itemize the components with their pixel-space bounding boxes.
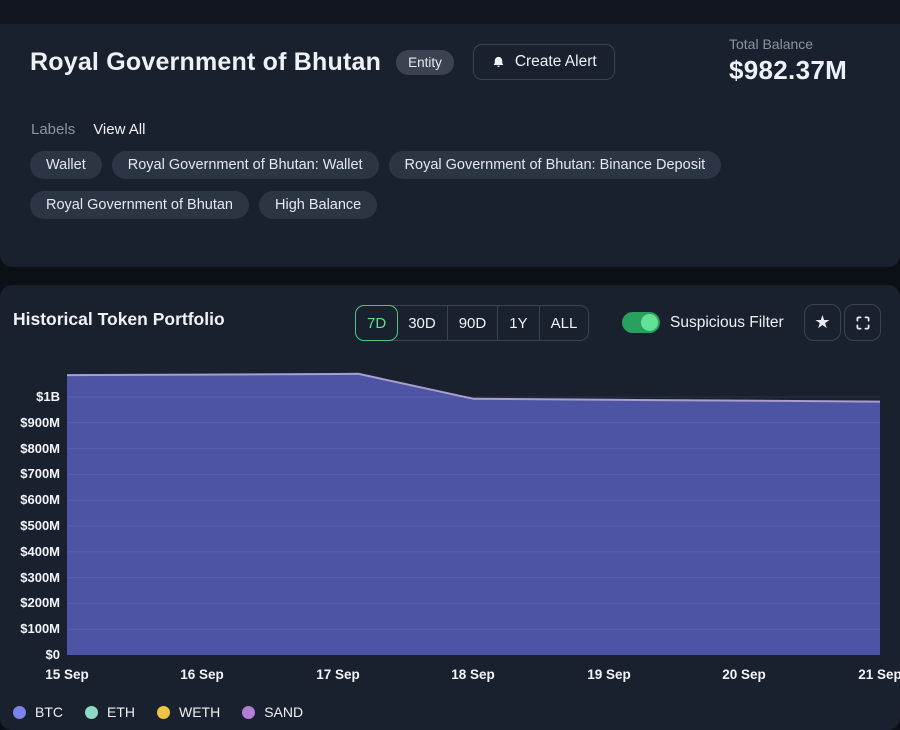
- label-tag[interactable]: High Balance: [259, 191, 377, 219]
- tags-row-2: Royal Government of Bhutan High Balance: [30, 191, 377, 219]
- portfolio-title: Historical Token Portfolio: [13, 309, 225, 330]
- range-30d[interactable]: 30D: [397, 306, 448, 340]
- x-tick: 21 Sep: [835, 667, 900, 682]
- star-icon: ★: [814, 312, 830, 333]
- legend-item-eth[interactable]: ETH: [85, 704, 135, 720]
- create-alert-button[interactable]: Create Alert: [473, 44, 615, 80]
- btc-dot-icon: [13, 706, 26, 719]
- fullscreen-button[interactable]: [844, 304, 881, 341]
- x-tick: 18 Sep: [428, 667, 518, 682]
- total-balance-value: $982.37M: [729, 55, 847, 86]
- legend-item-btc[interactable]: BTC: [13, 704, 63, 720]
- y-tick: $400M: [0, 544, 60, 560]
- labels-row: Labels View All: [31, 121, 145, 138]
- x-tick: 16 Sep: [157, 667, 247, 682]
- tags-row-1: Wallet Royal Government of Bhutan: Walle…: [30, 151, 721, 179]
- bell-icon: [491, 55, 506, 70]
- y-tick: $600M: [0, 492, 60, 508]
- portfolio-area: [67, 374, 880, 655]
- legend-item-weth[interactable]: WETH: [157, 704, 220, 720]
- legend-label: SAND: [264, 704, 303, 720]
- portfolio-chart-card: Historical Token Portfolio 7D 30D 90D 1Y…: [0, 285, 900, 730]
- x-tick: 17 Sep: [293, 667, 383, 682]
- y-tick: $200M: [0, 595, 60, 611]
- y-tick: $900M: [0, 415, 60, 431]
- fullscreen-icon: [855, 315, 871, 331]
- total-balance-label: Total Balance: [729, 36, 847, 52]
- view-all-link[interactable]: View All: [93, 121, 145, 138]
- label-tag[interactable]: Royal Government of Bhutan: Wallet: [112, 151, 379, 179]
- y-tick: $0: [0, 647, 60, 663]
- weth-dot-icon: [157, 706, 170, 719]
- y-tick: $700M: [0, 466, 60, 482]
- y-tick: $1B: [0, 389, 60, 405]
- legend-label: ETH: [107, 704, 135, 720]
- page-title: Royal Government of Bhutan: [30, 48, 381, 77]
- y-tick: $300M: [0, 570, 60, 586]
- legend-label: BTC: [35, 704, 63, 720]
- favorite-button[interactable]: ★: [804, 304, 841, 341]
- range-7d[interactable]: 7D: [355, 305, 398, 341]
- range-1y[interactable]: 1Y: [498, 306, 539, 340]
- entity-badge: Entity: [396, 50, 454, 75]
- entity-header-card: Royal Government of Bhutan Entity Create…: [0, 0, 900, 267]
- label-tag[interactable]: Royal Government of Bhutan: Binance Depo…: [389, 151, 722, 179]
- y-axis: $1B $900M $800M $700M $600M $500M $400M …: [0, 389, 60, 663]
- label-tag[interactable]: Royal Government of Bhutan: [30, 191, 249, 219]
- range-all[interactable]: ALL: [540, 306, 589, 340]
- sand-dot-icon: [242, 706, 255, 719]
- window-top-strip: [0, 0, 900, 24]
- title-row: Royal Government of Bhutan Entity Create…: [30, 44, 615, 80]
- y-tick: $500M: [0, 518, 60, 534]
- label-tag[interactable]: Wallet: [30, 151, 102, 179]
- legend-item-sand[interactable]: SAND: [242, 704, 303, 720]
- x-tick: 19 Sep: [564, 667, 654, 682]
- portfolio-area-chart[interactable]: [0, 345, 900, 690]
- eth-dot-icon: [85, 706, 98, 719]
- x-tick: 20 Sep: [699, 667, 789, 682]
- chart-legend: BTC ETH WETH SAND: [13, 704, 303, 720]
- legend-label: WETH: [179, 704, 220, 720]
- labels-caption: Labels: [31, 121, 75, 138]
- range-selector: 7D 30D 90D 1Y ALL: [355, 305, 589, 341]
- x-tick: 15 Sep: [22, 667, 112, 682]
- suspicious-filter-label: Suspicious Filter: [670, 314, 784, 332]
- total-balance-block: Total Balance $982.37M: [729, 36, 847, 86]
- suspicious-filter-toggle[interactable]: [622, 312, 660, 333]
- range-90d[interactable]: 90D: [448, 306, 499, 340]
- create-alert-label: Create Alert: [515, 53, 597, 71]
- y-tick: $100M: [0, 621, 60, 637]
- y-tick: $800M: [0, 441, 60, 457]
- toggle-knob: [641, 314, 658, 331]
